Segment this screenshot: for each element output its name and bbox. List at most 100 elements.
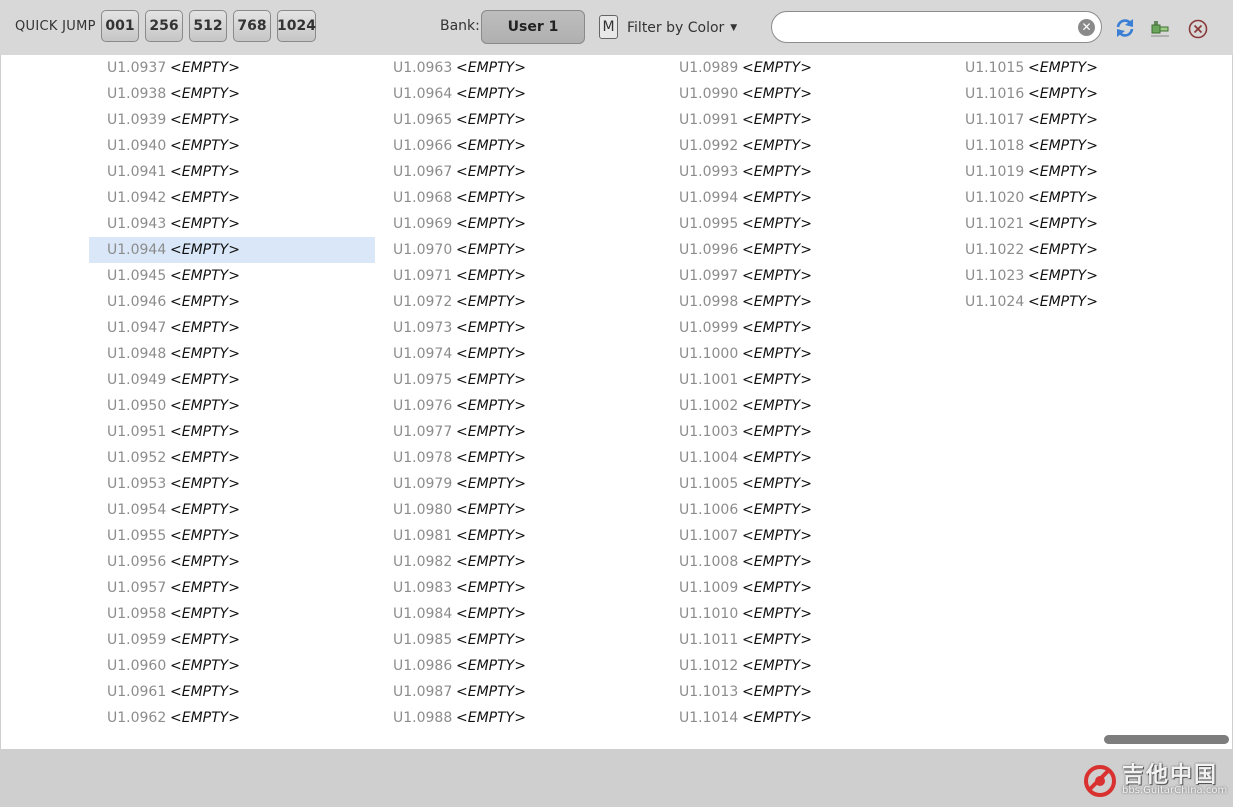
preset-row[interactable]: U1.0999 <EMPTY> — [661, 315, 947, 341]
preset-row[interactable]: U1.0939 <EMPTY> — [89, 107, 375, 133]
preset-row[interactable]: U1.0975 <EMPTY> — [375, 367, 661, 393]
preset-row[interactable]: U1.0962 <EMPTY> — [89, 705, 375, 731]
preset-row[interactable]: U1.0941 <EMPTY> — [89, 159, 375, 185]
preset-row[interactable]: U1.0970 <EMPTY> — [375, 237, 661, 263]
preset-row[interactable]: U1.0969 <EMPTY> — [375, 211, 661, 237]
preset-row[interactable]: U1.0960 <EMPTY> — [89, 653, 375, 679]
preset-row[interactable]: U1.0945 <EMPTY> — [89, 263, 375, 289]
preset-row[interactable]: U1.0990 <EMPTY> — [661, 81, 947, 107]
preset-row[interactable]: U1.1006 <EMPTY> — [661, 497, 947, 523]
preset-row[interactable]: U1.0993 <EMPTY> — [661, 159, 947, 185]
preset-row[interactable]: U1.1001 <EMPTY> — [661, 367, 947, 393]
preset-row[interactable]: U1.1008 <EMPTY> — [661, 549, 947, 575]
quick-jump-768-button[interactable]: 768 — [233, 10, 271, 42]
preset-row[interactable]: U1.0964 <EMPTY> — [375, 81, 661, 107]
preset-row[interactable]: U1.0983 <EMPTY> — [375, 575, 661, 601]
preset-row[interactable]: U1.1007 <EMPTY> — [661, 523, 947, 549]
preset-row[interactable]: U1.0978 <EMPTY> — [375, 445, 661, 471]
quick-jump-256-button[interactable]: 256 — [145, 10, 183, 42]
preset-row[interactable]: U1.0938 <EMPTY> — [89, 81, 375, 107]
preset-row[interactable]: U1.0987 <EMPTY> — [375, 679, 661, 705]
preset-row[interactable]: U1.0973 <EMPTY> — [375, 315, 661, 341]
preset-row[interactable]: U1.0972 <EMPTY> — [375, 289, 661, 315]
preset-row[interactable]: U1.0998 <EMPTY> — [661, 289, 947, 315]
preset-row[interactable]: U1.0976 <EMPTY> — [375, 393, 661, 419]
preset-row[interactable]: U1.1003 <EMPTY> — [661, 419, 947, 445]
preset-row[interactable]: U1.0971 <EMPTY> — [375, 263, 661, 289]
preset-row[interactable]: U1.1023 <EMPTY> — [947, 263, 1233, 289]
preset-row[interactable]: U1.0937 <EMPTY> — [89, 55, 375, 81]
preset-row[interactable]: U1.0954 <EMPTY> — [89, 497, 375, 523]
preset-row[interactable]: U1.0953 <EMPTY> — [89, 471, 375, 497]
connect-icon[interactable] — [1149, 18, 1171, 40]
preset-row[interactable]: U1.0980 <EMPTY> — [375, 497, 661, 523]
preset-row[interactable]: U1.0947 <EMPTY> — [89, 315, 375, 341]
bank-select-button[interactable]: User 1 — [481, 10, 585, 44]
preset-row[interactable]: U1.0974 <EMPTY> — [375, 341, 661, 367]
preset-row[interactable]: U1.0959 <EMPTY> — [89, 627, 375, 653]
horizontal-scrollbar[interactable] — [1104, 735, 1229, 744]
preset-row[interactable]: U1.0955 <EMPTY> — [89, 523, 375, 549]
preset-row[interactable]: U1.0982 <EMPTY> — [375, 549, 661, 575]
search-box[interactable]: ✕ — [771, 11, 1102, 43]
preset-row[interactable]: U1.0997 <EMPTY> — [661, 263, 947, 289]
preset-row[interactable]: U1.1004 <EMPTY> — [661, 445, 947, 471]
quick-jump-1024-button[interactable]: 1024 — [277, 10, 316, 42]
preset-row[interactable]: U1.0940 <EMPTY> — [89, 133, 375, 159]
preset-row[interactable]: U1.0958 <EMPTY> — [89, 601, 375, 627]
preset-row[interactable]: U1.0968 <EMPTY> — [375, 185, 661, 211]
preset-row[interactable]: U1.0988 <EMPTY> — [375, 705, 661, 731]
preset-row[interactable]: U1.0956 <EMPTY> — [89, 549, 375, 575]
preset-row[interactable]: U1.1009 <EMPTY> — [661, 575, 947, 601]
refresh-icon[interactable] — [1114, 17, 1136, 39]
preset-row[interactable]: U1.1017 <EMPTY> — [947, 107, 1233, 133]
preset-row[interactable]: U1.0984 <EMPTY> — [375, 601, 661, 627]
search-input[interactable] — [784, 17, 1078, 39]
preset-row[interactable]: U1.0979 <EMPTY> — [375, 471, 661, 497]
quick-jump-001-button[interactable]: 001 — [101, 10, 139, 42]
m-button[interactable]: M — [599, 15, 618, 39]
preset-row[interactable]: U1.1024 <EMPTY> — [947, 289, 1233, 315]
preset-row[interactable]: U1.1014 <EMPTY> — [661, 705, 947, 731]
preset-row[interactable]: U1.1019 <EMPTY> — [947, 159, 1233, 185]
preset-row[interactable]: U1.1010 <EMPTY> — [661, 601, 947, 627]
preset-row[interactable]: U1.0944 <EMPTY> — [89, 237, 375, 263]
preset-row[interactable]: U1.0994 <EMPTY> — [661, 185, 947, 211]
preset-row[interactable]: U1.0965 <EMPTY> — [375, 107, 661, 133]
preset-row[interactable]: U1.1016 <EMPTY> — [947, 81, 1233, 107]
preset-row[interactable]: U1.0946 <EMPTY> — [89, 289, 375, 315]
preset-row[interactable]: U1.0957 <EMPTY> — [89, 575, 375, 601]
close-icon[interactable] — [1187, 18, 1209, 40]
preset-row[interactable]: U1.1012 <EMPTY> — [661, 653, 947, 679]
preset-row[interactable]: U1.0943 <EMPTY> — [89, 211, 375, 237]
clear-search-icon[interactable]: ✕ — [1078, 19, 1095, 36]
preset-row[interactable]: U1.1021 <EMPTY> — [947, 211, 1233, 237]
preset-row[interactable]: U1.0992 <EMPTY> — [661, 133, 947, 159]
preset-row[interactable]: U1.0942 <EMPTY> — [89, 185, 375, 211]
preset-row[interactable]: U1.0986 <EMPTY> — [375, 653, 661, 679]
quick-jump-512-button[interactable]: 512 — [189, 10, 227, 42]
preset-row[interactable]: U1.1022 <EMPTY> — [947, 237, 1233, 263]
preset-row[interactable]: U1.0967 <EMPTY> — [375, 159, 661, 185]
filter-by-color-dropdown[interactable]: Filter by Color ▼ — [627, 20, 737, 36]
preset-row[interactable]: U1.0961 <EMPTY> — [89, 679, 375, 705]
preset-row[interactable]: U1.0948 <EMPTY> — [89, 341, 375, 367]
preset-row[interactable]: U1.0981 <EMPTY> — [375, 523, 661, 549]
preset-row[interactable]: U1.1000 <EMPTY> — [661, 341, 947, 367]
preset-row[interactable]: U1.0977 <EMPTY> — [375, 419, 661, 445]
preset-row[interactable]: U1.0966 <EMPTY> — [375, 133, 661, 159]
preset-row[interactable]: U1.1002 <EMPTY> — [661, 393, 947, 419]
preset-row[interactable]: U1.0952 <EMPTY> — [89, 445, 375, 471]
preset-row[interactable]: U1.0989 <EMPTY> — [661, 55, 947, 81]
preset-row[interactable]: U1.0949 <EMPTY> — [89, 367, 375, 393]
preset-row[interactable]: U1.1005 <EMPTY> — [661, 471, 947, 497]
preset-row[interactable]: U1.0996 <EMPTY> — [661, 237, 947, 263]
preset-row[interactable]: U1.1020 <EMPTY> — [947, 185, 1233, 211]
preset-row[interactable]: U1.1015 <EMPTY> — [947, 55, 1233, 81]
preset-row[interactable]: U1.0995 <EMPTY> — [661, 211, 947, 237]
preset-row[interactable]: U1.0963 <EMPTY> — [375, 55, 661, 81]
preset-row[interactable]: U1.1013 <EMPTY> — [661, 679, 947, 705]
preset-row[interactable]: U1.1011 <EMPTY> — [661, 627, 947, 653]
preset-row[interactable]: U1.0985 <EMPTY> — [375, 627, 661, 653]
preset-row[interactable]: U1.1018 <EMPTY> — [947, 133, 1233, 159]
